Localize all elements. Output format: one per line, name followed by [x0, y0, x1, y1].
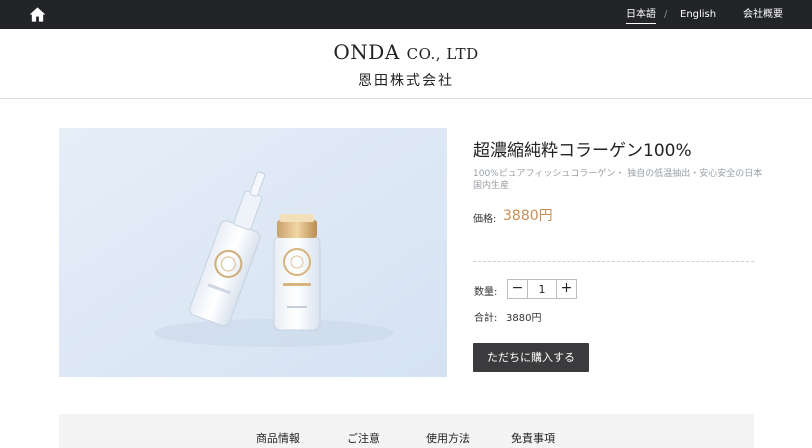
tab-cautions[interactable]: ご注意 [347, 430, 380, 446]
lang-separator: / [664, 9, 668, 20]
divider [473, 261, 754, 262]
brand-main: ONDA [333, 40, 400, 64]
product-info-tabs: 商品情報 ご注意 使用方法 免責事項 [59, 414, 754, 448]
product-title: 超濃縮純粋コラーゲン100% [473, 141, 692, 161]
product-bottles-image [59, 128, 447, 377]
price-label: 価格: [473, 214, 497, 225]
quantity-input[interactable] [528, 280, 556, 298]
company-link[interactable]: 会社概要 [743, 0, 783, 29]
home-icon[interactable] [29, 6, 46, 23]
total-label: 合計: [474, 313, 498, 324]
lang-english-link[interactable]: English [680, 0, 716, 29]
product-photo [59, 128, 447, 377]
top-bar: 日本語 / English 会社概要 [0, 0, 812, 29]
lang-japanese-label: 日本語 [626, 9, 656, 20]
lang-japanese-link[interactable]: 日本語 [626, 0, 656, 29]
active-lang-underline [626, 23, 656, 24]
brand-japanese-name: 恩田株式会社 [358, 73, 454, 89]
buy-now-button[interactable]: ただちに購入する [473, 343, 589, 372]
quantity-decrease-button[interactable]: − [508, 280, 528, 298]
tab-disclaimer[interactable]: 免責事項 [511, 430, 555, 446]
total-value: 3880円 [506, 313, 542, 324]
brand-logo[interactable]: ONDA CO., LTD [0, 40, 812, 64]
price-value: 3880円 [503, 208, 553, 224]
product-description: 100%ピュアフィッシュコラーゲン・ 独自の低温抽出・安心安全の日本国内生産 [473, 169, 763, 191]
brand-suffix: CO., LTD [406, 45, 479, 63]
quantity-increase-button[interactable]: + [556, 280, 576, 298]
tab-product-info[interactable]: 商品情報 [256, 430, 300, 446]
tab-usage[interactable]: 使用方法 [426, 430, 470, 446]
site-header: ONDA CO., LTD 恩田株式会社 [0, 29, 812, 99]
quantity-label: 数量: [474, 287, 498, 298]
quantity-stepper: − + [507, 279, 577, 299]
